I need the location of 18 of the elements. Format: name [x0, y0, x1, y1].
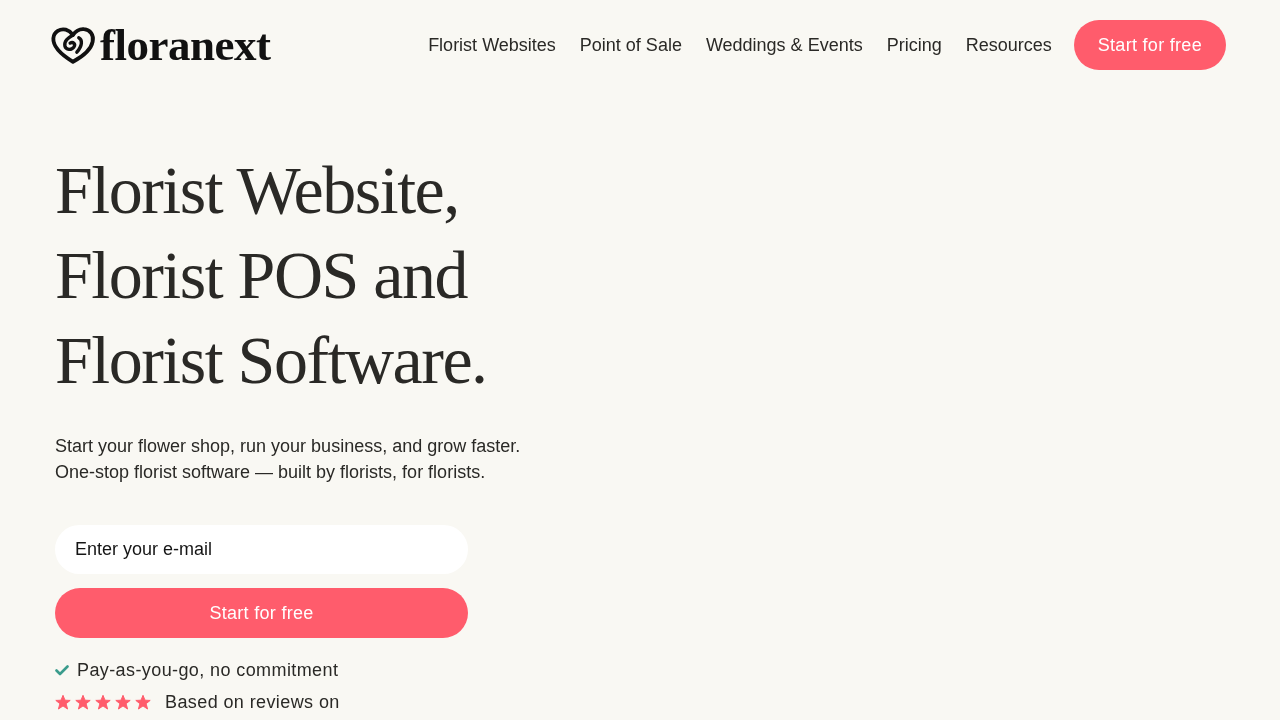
- nav-link[interactable]: Point of Sale: [579, 34, 682, 56]
- logo-wordmark: floranext: [100, 22, 271, 68]
- nav-link[interactable]: Pricing: [886, 34, 942, 56]
- hero-headline: Florist Website, Florist POS and Florist Software.: [55, 151, 487, 400]
- star-icon: [135, 694, 151, 710]
- hero-subtitle: Start your flower shop, run your business, and grow faster. One-stop florist software — built by florists, for florists.: [55, 435, 521, 484]
- check-icon: [55, 664, 69, 676]
- email-input[interactable]: Enter your e-mail: [55, 525, 468, 574]
- heart-logo-icon: [50, 25, 96, 65]
- star-icon: [75, 694, 91, 710]
- star-icon: [95, 694, 111, 710]
- star-icon: [115, 694, 131, 710]
- nav-link[interactable]: Resources: [965, 34, 1052, 56]
- nav-link[interactable]: Weddings & Events: [705, 34, 863, 56]
- benefit-text: Pay-as-you-go, no commitment: [77, 660, 339, 680]
- nav-link[interactable]: Florist Websites: [428, 34, 556, 56]
- star-icon: [55, 694, 71, 710]
- rating-text: Based on reviews on: [165, 692, 340, 712]
